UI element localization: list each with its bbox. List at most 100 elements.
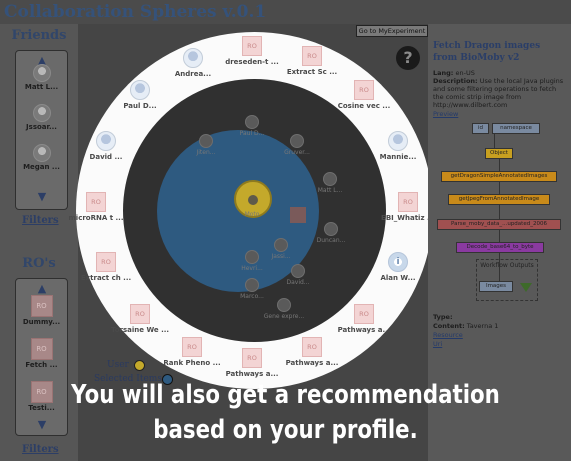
inner-node-label: Paul D... xyxy=(239,130,265,137)
inner-node-label: Hevri... xyxy=(241,265,263,272)
inner-ro-icon[interactable] xyxy=(290,207,306,223)
sphere-node-label: David ... xyxy=(89,153,123,161)
output-triangle-icon xyxy=(520,283,532,292)
ro-icon xyxy=(277,298,291,312)
ro-icon: RO xyxy=(130,304,150,324)
content-label: Content: xyxy=(433,322,465,330)
inner-node-label: Marco... xyxy=(240,293,264,300)
type-row: Type: xyxy=(433,313,453,321)
legend-user-dot xyxy=(134,360,145,371)
user-avatar-icon xyxy=(274,238,288,252)
ros-scroll-up-icon[interactable]: ▲ xyxy=(34,282,50,295)
inner-node[interactable]: Jiten... xyxy=(181,134,231,156)
sphere-node-label: Torsaine We ... xyxy=(110,326,170,334)
inner-node[interactable]: Gruver... xyxy=(272,134,322,156)
user-avatar-icon xyxy=(199,134,213,148)
friends-filters-link[interactable]: Filters xyxy=(22,215,59,226)
sphere-node[interactable]: RO Extract Sc ... xyxy=(277,46,347,76)
lang-value: en-US xyxy=(455,69,475,77)
inner-node-label: Gruver... xyxy=(284,149,310,156)
sphere-node[interactable]: RO Torsaine We ... xyxy=(105,304,175,334)
workflow-link xyxy=(499,205,500,219)
user-avatar-icon xyxy=(245,115,259,129)
ro-icon: RO xyxy=(242,36,262,56)
workflow-input-namespace: namespace xyxy=(492,123,540,134)
avatar xyxy=(32,104,51,122)
sphere-node[interactable]: RO Pathways a... xyxy=(277,337,347,367)
sphere-node[interactable]: RO Rank Pheno ... xyxy=(157,337,227,367)
sphere-node-label: Cosine vec ... xyxy=(337,102,391,110)
workflow-step: Object xyxy=(485,148,513,159)
preview-link[interactable]: Preview xyxy=(433,110,458,118)
go-to-myexperiment-button[interactable]: Go to MyExperiment xyxy=(356,25,428,37)
friends-scroll-down-icon[interactable]: ▼ xyxy=(34,190,50,203)
workflow-link xyxy=(499,230,500,242)
sphere-node-label: Extract ch ... xyxy=(80,274,132,282)
workflow-outputs-label: Workflow Outputs xyxy=(480,262,534,269)
ro-icon: RO xyxy=(242,348,262,368)
inner-node[interactable]: Matt L... xyxy=(305,172,355,194)
ro-item-label: Fetch ... xyxy=(25,361,58,369)
workflow-input-id: id xyxy=(472,123,489,134)
caption-line-1: You will also get a recommendation xyxy=(71,380,500,410)
sphere-node-label: Pathways a... xyxy=(225,370,279,378)
sphere-node[interactable]: RO Pathways a... xyxy=(217,348,287,378)
current-user-avatar xyxy=(248,195,258,205)
inner-node[interactable]: David... xyxy=(273,264,323,286)
info-icon: i xyxy=(388,252,408,272)
sphere-node[interactable]: RO microRNA t ... xyxy=(61,192,131,222)
workflow-link xyxy=(494,134,495,148)
inner-node[interactable]: Jassi... xyxy=(256,238,306,260)
inner-node[interactable]: Paul D... xyxy=(227,115,277,137)
avatar xyxy=(32,144,51,162)
user-avatar-icon xyxy=(291,264,305,278)
sphere-node[interactable]: RO Extract ch ... xyxy=(71,252,141,282)
inner-node-label: Jiten... xyxy=(196,149,216,156)
core-node-label: Moto xyxy=(244,211,260,218)
workflow-step: Parse_moby_data_...updated_2006 xyxy=(437,219,561,230)
inner-node-label: Duncan... xyxy=(316,237,346,244)
inner-node[interactable]: Gene expre... xyxy=(259,298,309,320)
sphere-node[interactable]: Paul D... xyxy=(105,80,175,110)
friend-item-label: Jssoar... xyxy=(26,123,57,131)
inner-node-label: Jassi... xyxy=(271,253,291,260)
ro-item-label: Dummy... xyxy=(22,318,61,326)
ro-item[interactable]: RO Dummy... xyxy=(18,295,65,326)
avatar xyxy=(32,64,51,82)
sphere-node[interactable]: David ... xyxy=(71,131,141,161)
user-avatar-icon xyxy=(130,80,150,100)
resource-link[interactable]: Resource xyxy=(433,331,463,339)
ro-icon: RO xyxy=(398,192,418,212)
description-row: Description: Use the local Java plugins … xyxy=(433,77,567,109)
ro-icon: RO xyxy=(30,338,53,360)
uri-link[interactable]: Uri xyxy=(433,340,442,348)
workflow-step: getJpegFromAnnotatedImage xyxy=(448,194,550,205)
sphere-node[interactable]: RO Cosine vec ... xyxy=(329,80,399,110)
content-value: Taverna 1 xyxy=(466,322,499,330)
ro-icon: RO xyxy=(302,337,322,357)
friend-item[interactable]: Matt L... xyxy=(18,64,65,91)
description-label: Description: xyxy=(433,77,478,85)
caption: You will also get a recommendation based… xyxy=(0,378,571,448)
sphere-node[interactable]: i Alan W... xyxy=(363,252,433,282)
sphere-node[interactable]: Mannie... xyxy=(363,131,433,161)
friend-item-label: Megan ... xyxy=(23,163,60,171)
sphere-node-label: Extract Sc ... xyxy=(286,68,338,76)
caption-line-2: based on your profile. xyxy=(153,415,418,445)
ro-icon: RO xyxy=(354,304,374,324)
workflow-output-images: Images xyxy=(479,281,513,292)
ro-icon: RO xyxy=(302,46,322,66)
ro-icon: RO xyxy=(96,252,116,272)
ro-item[interactable]: RO Fetch ... xyxy=(18,338,65,369)
sphere-node[interactable]: RO Pathways a... xyxy=(329,304,399,334)
sphere-node-label: Rank Pheno ... xyxy=(163,359,221,367)
help-icon[interactable]: ? xyxy=(396,46,420,70)
user-avatar-icon xyxy=(323,172,337,186)
user-avatar-icon xyxy=(96,131,116,151)
friend-item[interactable]: Megan ... xyxy=(18,144,65,171)
friend-item[interactable]: Jssoar... xyxy=(18,104,65,131)
sphere-node-label: Alan W... xyxy=(380,274,416,282)
inner-node[interactable]: Duncan... xyxy=(306,222,356,244)
inner-node[interactable]: Marco... xyxy=(227,278,277,300)
inner-node-label: David... xyxy=(286,279,310,286)
